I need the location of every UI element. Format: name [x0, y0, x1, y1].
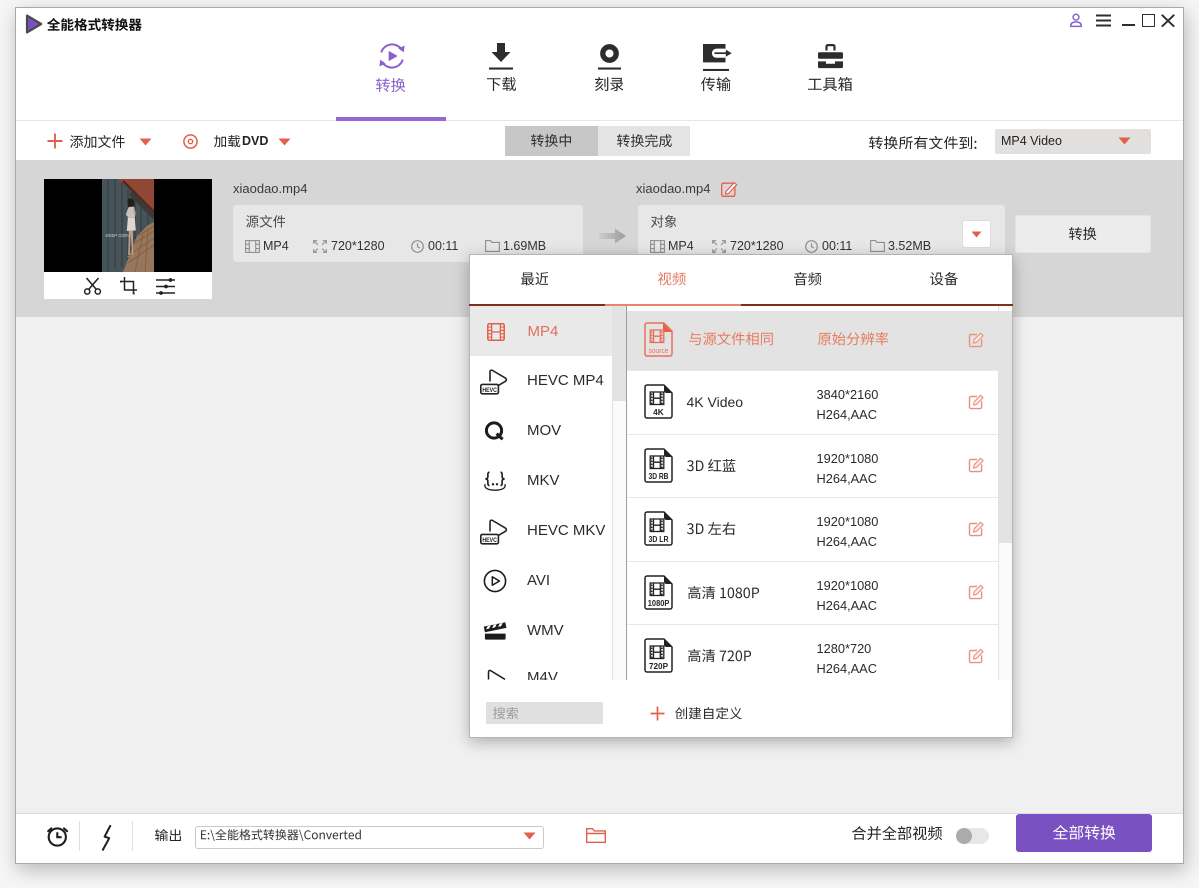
svg-text:720P: 720P — [649, 662, 669, 671]
svg-text:3D RB: 3D RB — [648, 472, 668, 481]
svg-text:source: source — [648, 348, 668, 355]
svg-text:4K: 4K — [653, 408, 664, 417]
svg-text:HEVC: HEVC — [482, 536, 497, 543]
svg-text:3D LR: 3D LR — [648, 535, 668, 544]
svg-text:1080P: 1080P — [647, 599, 669, 608]
svg-text:HEVC: HEVC — [482, 386, 497, 393]
